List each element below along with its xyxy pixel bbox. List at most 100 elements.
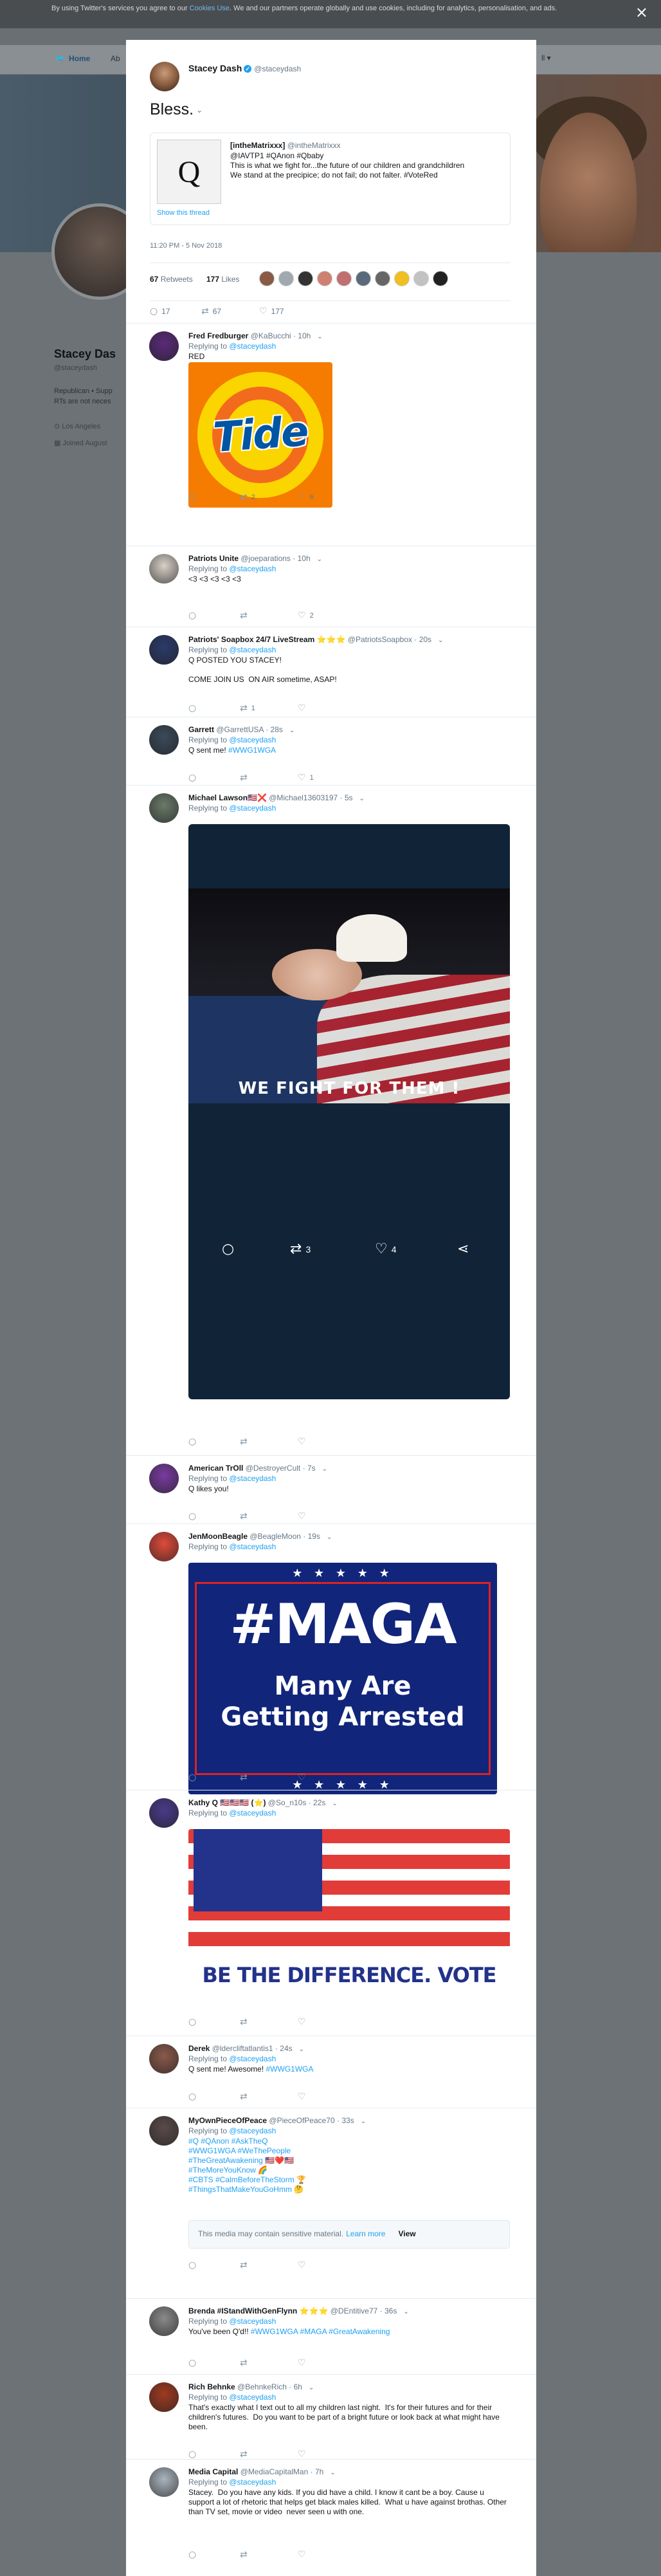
author-handle[interactable]: @Michael13603197 — [269, 793, 338, 802]
retweet-button[interactable]: ⇄ — [240, 1511, 251, 1522]
author-name[interactable]: Garrett — [188, 725, 214, 734]
like-button[interactable]: ♡ 2 — [298, 611, 314, 621]
retweets-stat[interactable]: 67 Retweets — [150, 275, 193, 284]
avatar[interactable] — [149, 554, 179, 584]
like-button[interactable]: ♡ 6 — [298, 492, 314, 502]
author-name[interactable]: MyOwnPieceOfPeace — [188, 2116, 267, 2125]
reply-tweet[interactable]: Garrett @GarrettUSA · 28s ⌄ Replying to @s… — [126, 717, 536, 785]
author-handle[interactable]: @DEntitive77 — [330, 2306, 378, 2315]
reply-button[interactable]: ○ — [188, 2092, 200, 2102]
like-button[interactable]: ♡ — [298, 2260, 310, 2270]
author-handle[interactable]: @PatriotsSoapbox — [348, 635, 412, 644]
cookies-use-link[interactable]: Cookies Use — [190, 5, 230, 12]
video-like-button[interactable]: ♡ 4 — [375, 1241, 397, 1257]
chevron-down-icon[interactable]: ⌄ — [332, 1800, 337, 1807]
hashtag-list[interactable]: #Q #QAnon #AskTheQ #WWG1WGA #WeThePeople… — [188, 2137, 510, 2194]
chevron-down-icon[interactable]: ⌄ — [317, 333, 322, 340]
reply-button[interactable]: ○ — [188, 2449, 200, 2460]
learn-more-link[interactable]: Learn more — [346, 2229, 385, 2238]
author-name[interactable]: Michael Lawson🇺🇸❌ — [188, 793, 267, 802]
liker-avatar[interactable] — [375, 271, 390, 286]
hashtag-link[interactable]: #WWG1WGA — [266, 2065, 314, 2074]
author-handle[interactable]: @KaBucchi — [251, 331, 291, 340]
reply-button[interactable]: ○ 17 — [150, 306, 170, 317]
liker-avatar[interactable] — [336, 271, 352, 286]
reply-button[interactable]: ○ — [188, 611, 200, 621]
avatar[interactable] — [149, 2116, 179, 2146]
tweet-time[interactable]: · 19s — [303, 1532, 320, 1541]
vote-flag-image[interactable]: BE THE DIFFERENCE. VOTE — [188, 1829, 510, 2022]
author-handle[interactable]: @So_n10s — [268, 1798, 307, 1807]
chevron-down-icon[interactable]: ⌄ — [359, 795, 365, 802]
like-button[interactable]: ♡ — [298, 1437, 310, 1447]
retweet-button[interactable]: ⇄ — [240, 1772, 251, 1783]
author-handle[interactable]: @BehnkeRich — [237, 2382, 287, 2391]
chevron-down-icon[interactable]: ⌄ — [322, 1466, 327, 1473]
like-button[interactable]: ♡ — [298, 703, 310, 713]
chevron-down-icon[interactable]: ⌄ — [196, 106, 203, 115]
main-tweet-author[interactable]: Stacey Dash ✓ @staceydash — [188, 63, 301, 73]
tweet-time[interactable]: · 22s — [309, 1798, 326, 1807]
liker-avatar[interactable] — [317, 271, 332, 286]
maga-image[interactable]: ★ ★ ★ ★ ★ #MAGA Many Are Getting Arrested ★… — [188, 1563, 497, 1794]
reply-to-handle[interactable]: @staceydash — [229, 564, 276, 573]
chevron-down-icon[interactable]: ⌄ — [330, 2469, 335, 2476]
tweet-time[interactable]: · 10h — [293, 331, 311, 340]
avatar[interactable] — [149, 331, 179, 361]
tweet-time[interactable]: · 33s — [337, 2116, 354, 2125]
avatar[interactable] — [149, 2382, 179, 2412]
reply-button[interactable]: ○ — [188, 2017, 200, 2027]
author-name[interactable]: Brenda #IStandWithGenFlynn ⭐⭐⭐ — [188, 2306, 328, 2315]
reply-to-handle[interactable]: @staceydash — [229, 645, 276, 654]
nav-about[interactable]: Ab — [111, 54, 120, 63]
liker-avatar[interactable] — [413, 271, 429, 286]
avatar[interactable] — [149, 2306, 179, 2336]
quoted-tweet[interactable]: Q [intheMatrixxx] @intheMatrixxx @IAVTP1… — [150, 133, 511, 225]
avatar[interactable] — [149, 2044, 179, 2074]
liker-avatar[interactable] — [394, 271, 410, 286]
view-media-button[interactable]: View — [398, 2229, 415, 2238]
reply-button[interactable]: ○ — [188, 1772, 200, 1783]
reply-tweet[interactable]: Rich Behnke @BehnkeRich · 6h ⌄ Replying to… — [126, 2374, 536, 2460]
video-reply-button[interactable]: ○ — [222, 1241, 234, 1257]
tweet-time[interactable]: · 7h — [311, 2467, 324, 2476]
tweet-time[interactable]: · 10h — [293, 554, 310, 563]
author-name[interactable]: JenMoonBeagle — [188, 1532, 248, 1541]
reply-to-handle[interactable]: @staceydash — [229, 1474, 276, 1483]
author-handle[interactable]: @GarrettUSA — [216, 725, 264, 734]
reply-tweet[interactable]: Patriots Unite @joeparations · 10h ⌄ Reply… — [126, 546, 536, 627]
retweet-button[interactable]: ⇄ 67 — [201, 306, 221, 317]
reply-to-handle[interactable]: @staceydash — [229, 342, 276, 351]
show-thread-link[interactable]: Show this thread — [157, 209, 210, 217]
like-button[interactable]: ♡ 177 — [259, 306, 284, 317]
reply-tweet[interactable]: American TrOll @DestroyerCult · 7s ⌄ Reply… — [126, 1455, 536, 1523]
reply-to-handle[interactable]: @staceydash — [229, 1542, 276, 1551]
reply-button[interactable]: ○ — [188, 773, 200, 783]
reply-tweet[interactable]: Fred Fredburger @KaBucchi · 10h ⌄ Replying… — [126, 323, 536, 508]
reply-tweet[interactable]: Patriots' Soapbox 24/7 LiveStream ⭐⭐⭐ @P… — [126, 627, 536, 717]
author-handle[interactable]: @PieceOfPeace70 — [269, 2116, 334, 2125]
chevron-down-icon[interactable]: ⌄ — [327, 1534, 332, 1541]
reply-to-handle[interactable]: @staceydash — [229, 2478, 276, 2487]
nav-home[interactable]: 🐦 Home — [55, 54, 90, 63]
retweet-button[interactable]: ⇄ — [240, 2017, 251, 2027]
retweet-button[interactable]: ⇄ 2 — [240, 492, 255, 502]
author-name[interactable]: Media Capital — [188, 2467, 238, 2476]
reply-button[interactable]: ○ — [188, 1511, 200, 1522]
reply-tweet[interactable]: Derek @ldercliftatlantis1 · 24s ⌄ Replying… — [126, 2036, 536, 2108]
liker-avatar[interactable] — [278, 271, 294, 286]
like-button[interactable]: ♡ 1 — [298, 773, 314, 783]
liker-avatar[interactable] — [259, 271, 275, 286]
reply-to-handle[interactable]: @staceydash — [229, 2393, 276, 2402]
author-handle[interactable]: @MediaCapitalMan — [240, 2467, 309, 2476]
retweet-button[interactable]: ⇄ — [240, 2092, 251, 2102]
reply-to-handle[interactable]: @staceydash — [229, 1808, 276, 1817]
retweet-button[interactable]: ⇄ 1 — [240, 703, 255, 713]
reply-button[interactable]: ○ — [188, 2550, 200, 2560]
hashtag-link[interactable]: #WWG1WGA — [228, 746, 276, 755]
video-player[interactable]: WE FIGHT FOR THEM ! ○ ⇄ 3 ♡ 4 ⋖ — [188, 824, 510, 1399]
chevron-down-icon[interactable]: ⌄ — [317, 556, 322, 563]
retweet-button[interactable]: ⇄ — [240, 2358, 251, 2368]
tweet-timestamp[interactable]: 11:20 PM - 5 Nov 2018 — [150, 242, 222, 250]
author-name[interactable]: Fred Fredburger — [188, 331, 248, 340]
